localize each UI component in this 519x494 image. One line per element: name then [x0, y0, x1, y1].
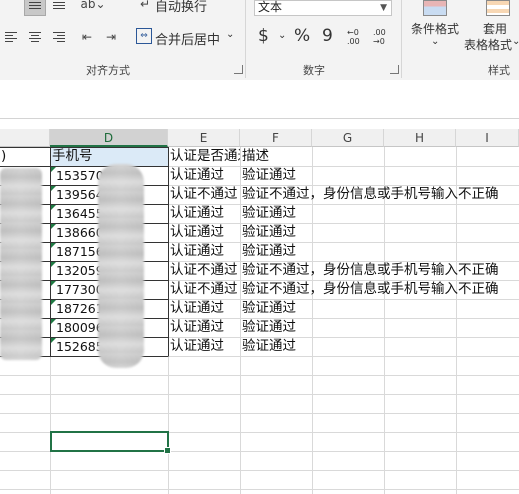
- wrap-text-icon[interactable]: ↵: [137, 0, 153, 12]
- merge-center-dropdown-icon[interactable]: ⌄: [226, 29, 234, 40]
- cell-c-header[interactable]: ): [0, 147, 50, 166]
- column-header-i[interactable]: I: [456, 129, 519, 147]
- cell-e-status[interactable]: 认证通过: [169, 318, 240, 337]
- merge-center-button[interactable]: 合并后居中: [155, 29, 220, 48]
- increase-indent-icon[interactable]: ⇥: [102, 28, 120, 46]
- decrease-indent-icon[interactable]: ⇤: [78, 28, 96, 46]
- cell-f-description[interactable]: 验证通过: [241, 318, 519, 337]
- error-indicator-icon[interactable]: [51, 205, 56, 210]
- align-top-button[interactable]: [24, 0, 46, 16]
- number-group-label: 数字: [303, 64, 325, 77]
- merge-center-icon[interactable]: ⇔: [136, 28, 152, 44]
- cell-f-description[interactable]: 验证通过: [241, 337, 519, 356]
- align-middle-button[interactable]: [48, 0, 70, 16]
- cell-e-status[interactable]: 认证不通过: [169, 185, 240, 204]
- cell-e-status[interactable]: 认证不通过: [169, 261, 240, 280]
- increase-decimal-button[interactable]: ←0 .00: [347, 28, 367, 46]
- conditional-format-dropdown-icon[interactable]: ⌄: [431, 36, 439, 47]
- error-indicator-icon[interactable]: [51, 338, 56, 343]
- error-indicator-icon[interactable]: [51, 300, 56, 305]
- fill-handle[interactable]: [164, 447, 171, 454]
- decrease-decimal-button[interactable]: .00 →0: [373, 28, 393, 46]
- column-header-e[interactable]: E: [168, 129, 240, 147]
- cell-e-status[interactable]: 认证通过: [169, 166, 240, 185]
- cell-e-status[interactable]: 认证不通过: [169, 280, 240, 299]
- alignment-group-label: 对齐方式: [86, 64, 130, 77]
- conditional-format-icon: [423, 0, 447, 16]
- group-separator: [245, 0, 246, 78]
- cell-d-header[interactable]: 手机号: [51, 147, 168, 166]
- table-format-dropdown-icon[interactable]: ⌄: [512, 36, 519, 47]
- error-indicator-icon[interactable]: [51, 167, 56, 172]
- cell-f-description[interactable]: 验证通过: [241, 299, 519, 318]
- privacy-blur-c: [0, 168, 42, 360]
- cell-f-description[interactable]: 验证不通过，身份信息或手机号输入不正确: [241, 280, 519, 299]
- table-format-icon: [486, 0, 510, 16]
- comma-style-button[interactable]: 9: [322, 26, 333, 46]
- error-indicator-icon[interactable]: [51, 224, 56, 229]
- privacy-blur-d: [98, 164, 144, 368]
- cell-f-description[interactable]: 验证不通过，身份信息或手机号输入不正确: [241, 185, 519, 204]
- cell-f-description[interactable]: 验证通过: [241, 166, 519, 185]
- sheet-top-gap: [0, 119, 519, 129]
- cell-e-status[interactable]: 认证通过: [169, 223, 240, 242]
- align-left-button[interactable]: [0, 26, 22, 48]
- wrap-text-button[interactable]: 自动换行: [155, 0, 207, 15]
- error-indicator-icon[interactable]: [51, 319, 56, 324]
- align-right-button[interactable]: [48, 26, 70, 48]
- cell-e-status[interactable]: 认证通过: [169, 242, 240, 261]
- column-header-d[interactable]: D: [50, 129, 168, 147]
- percent-button[interactable]: %: [294, 26, 310, 46]
- column-header-c[interactable]: [0, 129, 50, 147]
- table-format-button[interactable]: 表格格式: [464, 36, 512, 53]
- align-center-button[interactable]: [24, 26, 46, 48]
- currency-dropdown-icon[interactable]: ⌄: [278, 30, 286, 41]
- active-cell-selection[interactable]: [50, 431, 171, 454]
- cell-e-header[interactable]: 认证是否通过: [169, 147, 240, 166]
- cell-e-status[interactable]: 认证通过: [169, 204, 240, 223]
- error-indicator-icon[interactable]: [51, 262, 56, 267]
- table-format-label-line1[interactable]: 套用: [483, 20, 507, 37]
- cell-f-description[interactable]: 验证通过: [241, 242, 519, 261]
- cell-e-status[interactable]: 认证通过: [169, 299, 240, 318]
- error-indicator-icon[interactable]: [51, 186, 56, 191]
- number-dialog-launcher-icon[interactable]: [390, 65, 399, 74]
- group-separator: [401, 0, 402, 78]
- cell-f-description[interactable]: 验证通过: [241, 204, 519, 223]
- error-indicator-icon[interactable]: [51, 281, 56, 286]
- cell-f-description[interactable]: 验证通过: [241, 223, 519, 242]
- column-header-h[interactable]: H: [384, 129, 456, 147]
- column-header-f[interactable]: F: [240, 129, 312, 147]
- number-format-select[interactable]: 文本 ▼: [254, 0, 392, 16]
- ribbon: ab⌄ ↵ 自动换行 ⇤ ⇥ ⇔ 合并后居中 ⌄ 对齐方式 文本 ▼ $ ⌄ %…: [0, 0, 519, 81]
- currency-button[interactable]: $: [258, 26, 269, 46]
- orientation-icon[interactable]: ab⌄: [80, 0, 106, 12]
- cell-f-description[interactable]: 验证不通过，身份信息或手机号输入不正确: [241, 261, 519, 280]
- formula-bar-area: [0, 80, 519, 119]
- conditional-format-button[interactable]: 条件格式: [411, 20, 459, 37]
- chevron-down-icon: ▼: [380, 3, 387, 13]
- style-group-label: 样式: [488, 64, 510, 77]
- alignment-dialog-launcher-icon[interactable]: [234, 65, 243, 74]
- error-indicator-icon[interactable]: [51, 243, 56, 248]
- cell-e-status[interactable]: 认证通过: [169, 337, 240, 356]
- cell-f-header[interactable]: 描述: [241, 147, 312, 166]
- column-header-g[interactable]: G: [312, 129, 384, 147]
